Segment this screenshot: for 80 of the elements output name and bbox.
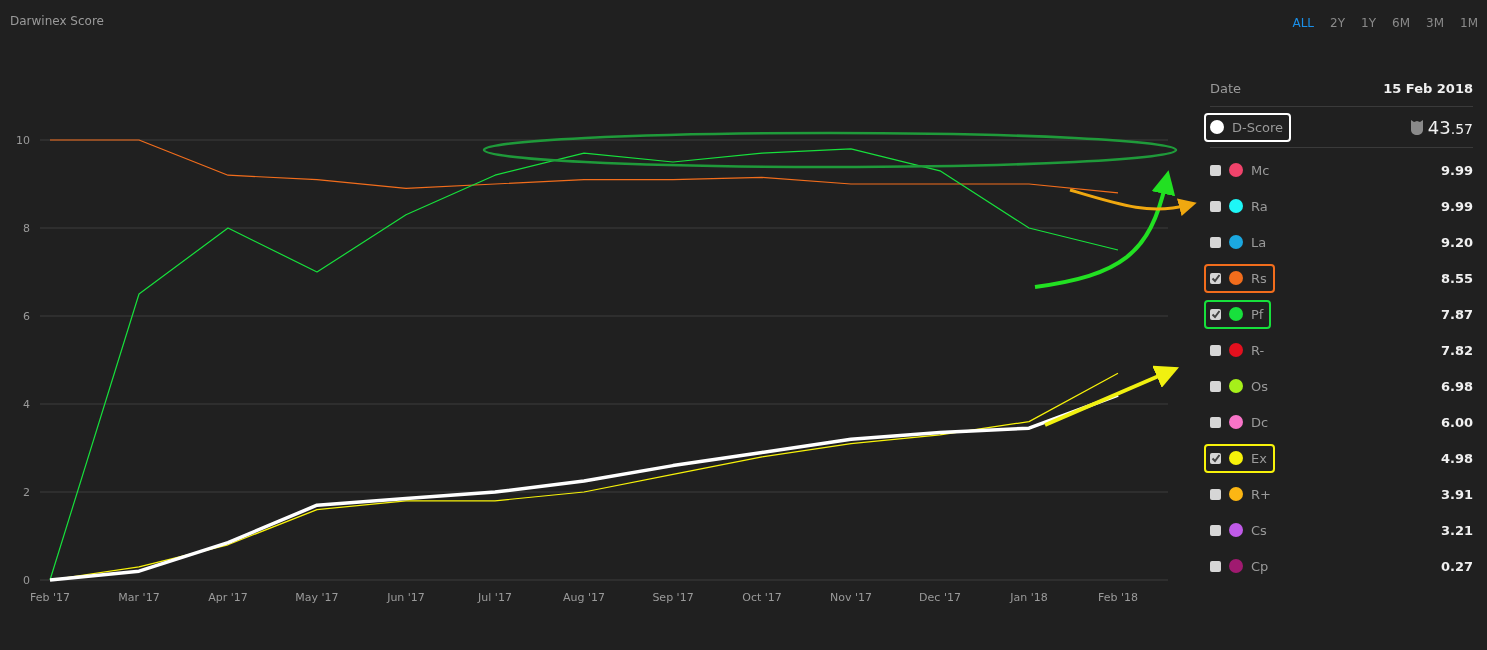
x-tick-label: Nov '17	[830, 591, 872, 604]
date-label: Date	[1210, 80, 1242, 96]
checkbox[interactable]	[1210, 488, 1221, 500]
x-tick-label: Dec '17	[919, 591, 961, 604]
y-tick-label: 8	[23, 222, 30, 235]
legend-value: 8.55	[1440, 270, 1473, 286]
legend-label: Mc	[1251, 162, 1270, 178]
checkbox[interactable]	[1210, 272, 1221, 284]
legend-item[interactable]: R+	[1204, 479, 1279, 509]
legend-item[interactable]: Pf	[1204, 299, 1272, 329]
chart-title: Darwinex Score	[9, 13, 105, 30]
range-tab[interactable]: 1M	[1453, 14, 1485, 32]
x-tick-label: Jun '17	[387, 591, 425, 604]
checkbox[interactable]	[1210, 524, 1221, 536]
y-tick-label: 6	[23, 310, 30, 323]
range-tab[interactable]: 1Y	[1354, 14, 1383, 32]
legend-item[interactable]: Mc	[1204, 155, 1278, 185]
x-tick-label: Sep '17	[652, 591, 694, 604]
x-tick-label: Mar '17	[118, 591, 160, 604]
checkbox[interactable]	[1210, 164, 1221, 176]
checkbox[interactable]	[1210, 308, 1221, 320]
checkbox[interactable]	[1210, 452, 1221, 464]
shield-icon	[1409, 118, 1424, 136]
legend-label: Ra	[1251, 198, 1268, 214]
x-tick-label: Apr '17	[208, 591, 248, 604]
x-tick-label: Jan '18	[1010, 591, 1048, 604]
legend-label: R-	[1251, 342, 1265, 358]
dscore-value: 43.57	[1427, 116, 1473, 138]
y-tick-label: 2	[23, 486, 30, 499]
checkbox[interactable]	[1210, 200, 1221, 212]
legend-value: 4.98	[1440, 450, 1473, 466]
legend-item[interactable]: Ra	[1204, 191, 1276, 221]
legend-label: R+	[1251, 486, 1271, 502]
range-tab[interactable]: 6M	[1385, 14, 1417, 32]
x-tick-label: Oct '17	[742, 591, 782, 604]
range-tab[interactable]: ALL	[1285, 14, 1322, 32]
range-tab[interactable]: 2Y	[1323, 14, 1353, 32]
checkbox[interactable]	[1210, 380, 1221, 392]
x-tick-label: Jul '17	[478, 591, 512, 604]
legend-label: Pf	[1251, 306, 1264, 322]
legend-item[interactable]: Os	[1204, 371, 1276, 401]
legend-item[interactable]: Cp	[1204, 551, 1277, 581]
legend-item[interactable]: Cs	[1204, 515, 1275, 545]
legend-value: 3.91	[1440, 486, 1473, 502]
y-tick-label: 4	[23, 398, 30, 411]
legend-item[interactable]: La	[1204, 227, 1275, 257]
legend-label: Os	[1251, 378, 1268, 394]
x-tick-label: May '17	[295, 591, 339, 604]
legend-value: 6.98	[1440, 378, 1473, 394]
x-tick-label: Feb '18	[1098, 591, 1138, 604]
legend-item[interactable]: Ex	[1204, 443, 1275, 473]
legend-value: 9.20	[1440, 234, 1473, 250]
legend-label: Cs	[1251, 522, 1267, 538]
checkbox[interactable]	[1210, 236, 1221, 248]
legend-value: 7.82	[1440, 342, 1473, 358]
legend-label: Rs	[1251, 270, 1267, 286]
range-tab[interactable]: 3M	[1419, 14, 1451, 32]
dscore-label: D-Score	[1232, 119, 1284, 135]
checkbox[interactable]	[1210, 560, 1221, 572]
legend-value: 0.27	[1440, 558, 1473, 574]
x-tick-label: Feb '17	[30, 591, 70, 604]
legend-label: Cp	[1251, 558, 1269, 574]
legend-label: La	[1251, 234, 1267, 250]
checkbox[interactable]	[1210, 416, 1221, 428]
y-tick-label: 0	[23, 574, 30, 587]
legend-label: Ex	[1251, 450, 1267, 466]
dscore-item[interactable]: D-Score	[1204, 112, 1292, 142]
legend-item[interactable]: Rs	[1204, 263, 1275, 293]
legend-item[interactable]: R-	[1204, 335, 1273, 365]
date-value: 15 Feb 2018	[1383, 80, 1473, 96]
legend-label: Dc	[1251, 414, 1269, 430]
legend-item[interactable]: Dc	[1204, 407, 1277, 437]
legend-value: 7.87	[1440, 306, 1473, 322]
y-tick-label: 10	[16, 134, 30, 147]
legend-value: 9.99	[1440, 198, 1473, 214]
legend-value: 6.00	[1440, 414, 1473, 430]
x-tick-label: Aug '17	[563, 591, 605, 604]
checkbox[interactable]	[1210, 344, 1221, 356]
legend-value: 9.99	[1440, 162, 1473, 178]
legend-value: 3.21	[1440, 522, 1473, 538]
